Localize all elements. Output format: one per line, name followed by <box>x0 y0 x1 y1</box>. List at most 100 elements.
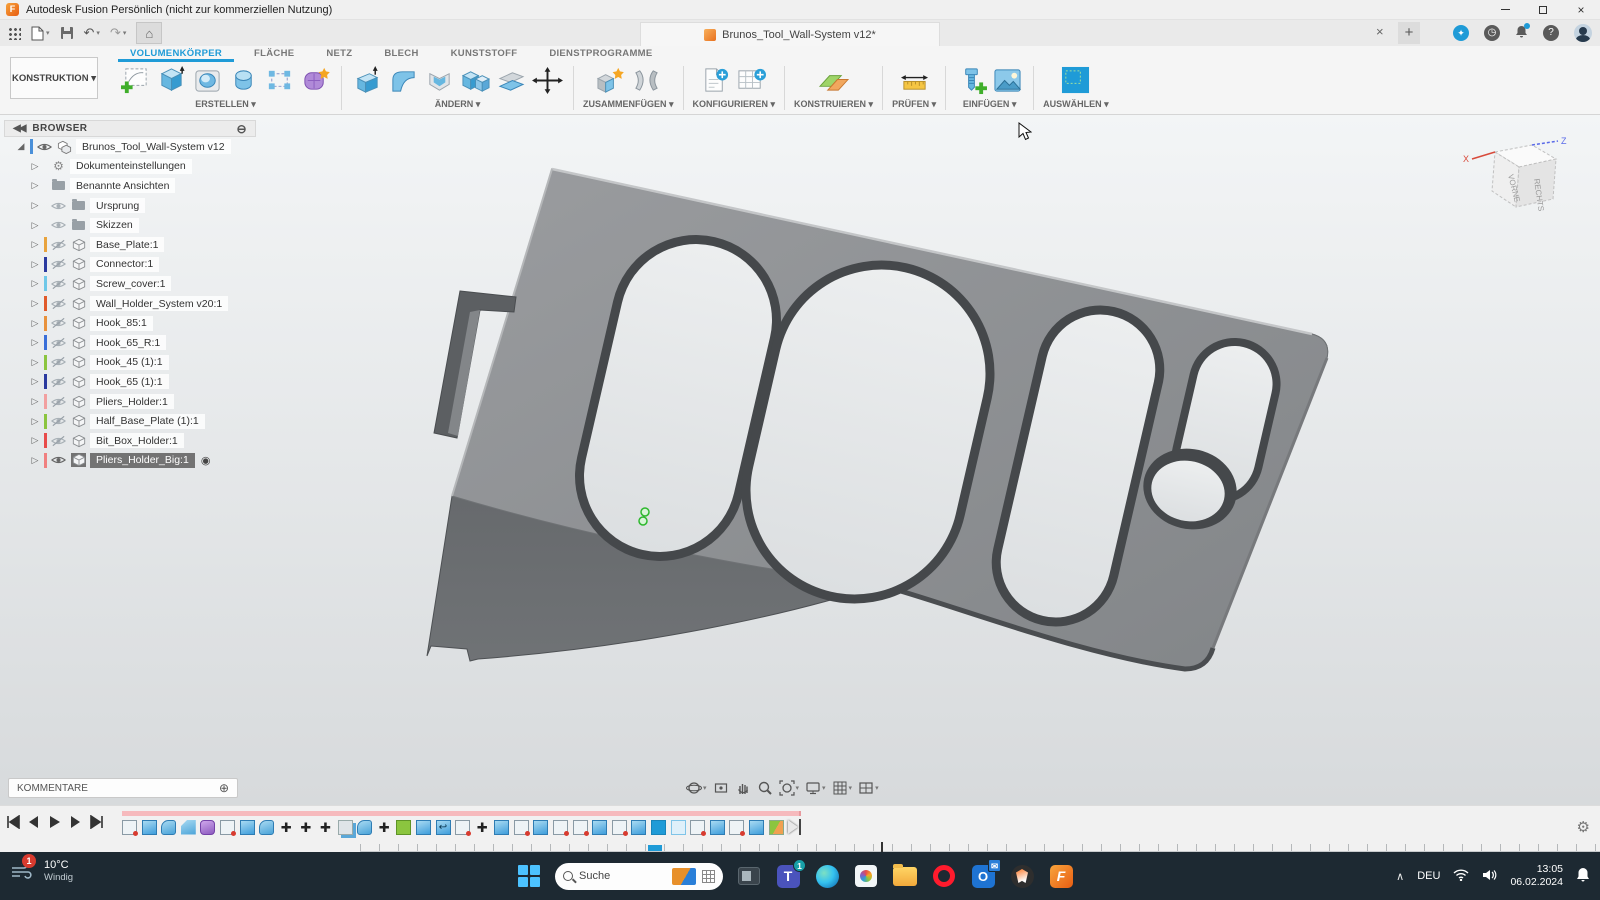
timeline-feature-move-18[interactable]: ✚ <box>475 820 490 835</box>
browser-item-hook-65-r-1[interactable]: ▷ Hook_65_R:1 <box>4 333 256 353</box>
timeline-feature-selected-27[interactable] <box>651 819 667 835</box>
expander-icon[interactable]: ▷ <box>30 416 40 427</box>
timeline-feature-extrude-32[interactable] <box>749 819 764 835</box>
timeline-feature-move-10[interactable]: ✚ <box>318 820 333 835</box>
eye-visible-icon[interactable] <box>51 219 67 231</box>
model-part[interactable] <box>426 167 1329 672</box>
expander-icon[interactable]: ▷ <box>30 435 40 446</box>
ribbon-group-label[interactable]: KONFIGURIEREN ▾ <box>693 99 776 110</box>
expander-icon[interactable]: ▷ <box>30 337 40 348</box>
expander-icon[interactable]: ▷ <box>30 200 40 211</box>
timeline-feature-sketch-31[interactable] <box>729 819 746 836</box>
job-status-icon[interactable]: ✦ <box>1453 25 1469 41</box>
ribbon-group-label[interactable]: PRÜFEN ▾ <box>892 99 936 110</box>
file-menu-icon[interactable]: ▾ <box>31 26 50 41</box>
timeline-feature-sketch-23[interactable] <box>572 819 589 836</box>
expander-icon[interactable]: ▷ <box>30 180 40 191</box>
timeline-feature-sketch-20[interactable] <box>513 819 530 836</box>
redo-icon[interactable]: ↷ ▾ <box>110 25 126 41</box>
measure-icon[interactable] <box>898 66 931 95</box>
timeline-feature-sketch-22[interactable] <box>553 819 570 836</box>
look-at-icon[interactable] <box>713 780 729 796</box>
pattern-box-icon[interactable] <box>263 66 296 95</box>
timeline-feature-ghost-28[interactable] <box>670 819 686 835</box>
ribbon-group-label[interactable]: ÄNDERN ▾ <box>435 99 481 110</box>
extrude-icon[interactable] <box>155 65 188 95</box>
browser-item-ursprung[interactable]: ▷ Ursprung <box>4 196 256 216</box>
fillet-icon[interactable] <box>387 66 420 95</box>
tab-volumenkörper[interactable]: VOLUMENKÖRPER <box>118 46 235 62</box>
browser-item-label[interactable]: Base_Plate:1 <box>90 237 165 253</box>
taskbar-app-brave[interactable] <box>1009 863 1035 889</box>
weather-widget[interactable]: 1 10°C Windig <box>10 854 73 884</box>
notifications-icon[interactable] <box>1515 23 1530 41</box>
browser-item-pliers-holder-big-1[interactable]: ▷ Pliers_Holder_Big:1 ◉ <box>4 451 256 471</box>
browser-item-label[interactable]: Benannte Ansichten <box>70 178 176 194</box>
browser-item-dokumenteinstellungen[interactable]: ▷ ⚙ Dokumenteinstellungen <box>4 157 256 177</box>
revolve-icon[interactable] <box>227 66 260 95</box>
timeline-feature-sketch-17[interactable] <box>455 819 472 836</box>
config-doc-icon[interactable] <box>699 66 732 95</box>
user-avatar[interactable] <box>1574 24 1592 42</box>
ribbon-group-label[interactable]: ZUSAMMENFÜGEN ▾ <box>583 99 674 110</box>
browser-item-brunos-tool-wall-system-v12[interactable]: ◢ Brunos_Tool_Wall-System v12 <box>4 137 256 157</box>
ribbon-group-label[interactable]: KONSTRUIEREN ▾ <box>794 99 873 110</box>
viewports-icon[interactable]: ▾ <box>858 780 879 796</box>
shell-icon[interactable] <box>423 66 456 95</box>
display-icon[interactable]: ▾ <box>805 780 826 796</box>
minimize-button[interactable] <box>1486 0 1524 19</box>
taskbar-app-fusion[interactable]: F <box>1048 863 1074 889</box>
close-button[interactable]: × <box>1562 0 1600 19</box>
browser-header[interactable]: ◀◀ BROWSER ⊖ <box>4 120 256 137</box>
browser-item-bit-box-holder-1[interactable]: ▷ Bit_Box_Holder:1 <box>4 431 256 451</box>
timeline-feature-fillet-7[interactable] <box>259 819 275 835</box>
new-tab-button[interactable]: + <box>1398 22 1420 44</box>
document-tab-close-icon[interactable]: × <box>1376 24 1384 39</box>
combine-icon[interactable] <box>459 66 492 95</box>
browser-minimize-icon[interactable]: ⊖ <box>237 122 247 136</box>
play-button[interactable] <box>48 815 62 834</box>
eye-hidden-icon[interactable] <box>51 435 67 447</box>
browser-item-hook-65-1-1[interactable]: ▷ Hook_65 (1):1 <box>4 372 256 392</box>
browser-item-label[interactable]: Bit_Box_Holder:1 <box>90 433 184 449</box>
activate-component-radio[interactable]: ◉ <box>201 454 211 467</box>
timeline-feature-extrude-19[interactable] <box>494 819 510 835</box>
browser-item-half-base-plate-1-1[interactable]: ▷ Half_Base_Plate (1):1 <box>4 411 256 431</box>
canvas-icon[interactable] <box>991 66 1024 95</box>
timeline-feature-copy-11[interactable] <box>337 819 353 835</box>
clock[interactable]: 13:05 06.02.2024 <box>1510 863 1563 889</box>
taskbar-app-explorer[interactable] <box>892 863 918 889</box>
timeline-ruler[interactable] <box>360 844 1600 852</box>
browser-item-hook-45-1-1[interactable]: ▷ Hook_45 (1):1 <box>4 353 256 373</box>
timeline-feature-extrude-6[interactable] <box>239 819 255 835</box>
browser-item-label[interactable]: Screw_cover:1 <box>90 276 172 292</box>
tab-netz[interactable]: NETZ <box>314 46 364 62</box>
wifi-icon[interactable] <box>1453 868 1469 884</box>
timeline-feature-sketch-25[interactable] <box>611 819 628 836</box>
tab-fläche[interactable]: FLÄCHE <box>242 46 306 62</box>
grid-icon[interactable]: ▾ <box>832 780 852 796</box>
document-tab[interactable]: Brunos_Tool_Wall-System v12* <box>640 22 940 46</box>
search-input[interactable]: Suche <box>555 862 723 890</box>
timeline-feature-appearance-33[interactable] <box>768 819 784 835</box>
app-grid-icon[interactable] <box>8 26 21 40</box>
move-icon[interactable] <box>531 66 564 95</box>
timeline-feature-move-13[interactable]: ✚ <box>377 820 392 835</box>
expander-icon[interactable]: ▷ <box>30 455 40 466</box>
start-button[interactable] <box>516 863 542 889</box>
expander-icon[interactable]: ▷ <box>30 357 40 368</box>
pan-icon[interactable] <box>735 780 751 796</box>
timeline-feature-extrude-1[interactable] <box>141 819 157 835</box>
timeline-settings-gear-icon[interactable]: ⚙ <box>1577 818 1590 836</box>
volume-icon[interactable] <box>1482 869 1497 884</box>
tab-dienstprogramme[interactable]: DIENSTPROGRAMME <box>537 46 664 62</box>
eye-hidden-icon[interactable] <box>51 258 67 270</box>
skip-start-button[interactable] <box>6 814 20 834</box>
help-icon[interactable]: ? <box>1543 25 1559 41</box>
taskbar-app-edge[interactable] <box>814 863 840 889</box>
timeline-feature-chamfer-3[interactable] <box>180 819 196 835</box>
timeline-feature-paste-16[interactable]: ↩ <box>435 819 451 835</box>
browser-item-label[interactable]: Hook_85:1 <box>90 315 153 331</box>
taskbar-app-opera[interactable] <box>931 863 957 889</box>
expander-icon[interactable]: ▷ <box>30 298 40 309</box>
